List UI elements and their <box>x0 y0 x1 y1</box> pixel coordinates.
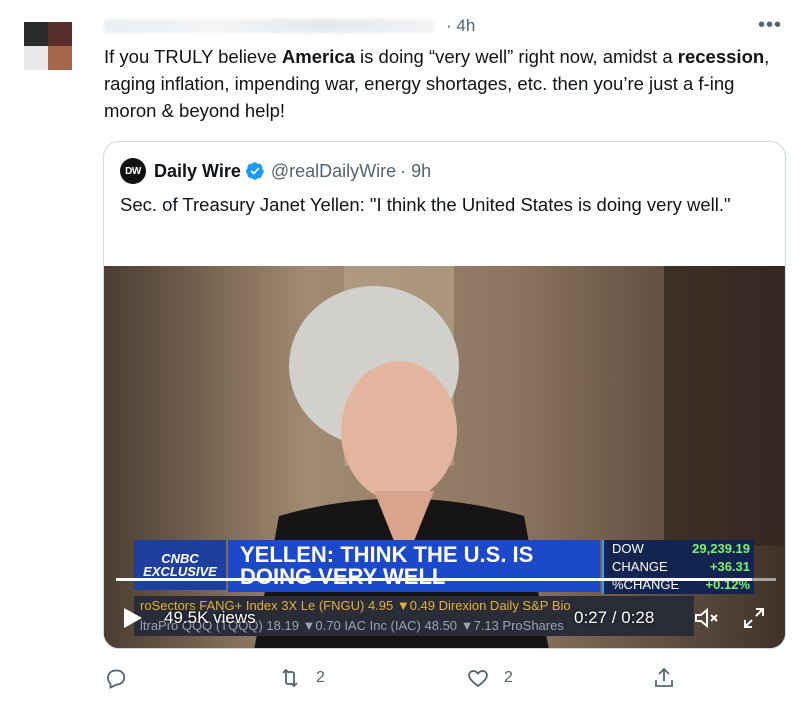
heart-icon <box>468 670 488 688</box>
reply-icon <box>107 669 126 689</box>
retweet-icon <box>282 668 298 688</box>
mute-icon[interactable] <box>694 606 720 630</box>
ticker-label: CHANGE <box>612 559 668 574</box>
video-time: 0:27 / 0:28 <box>574 608 655 627</box>
view-count: 49.5K views <box>164 608 256 627</box>
quoted-tweet-header: DW Daily Wire @realDailyWire · 9h <box>120 158 431 184</box>
quoted-tweet-text: Sec. of Treasury Janet Yellen: "I think … <box>120 194 731 215</box>
verified-badge-icon <box>245 162 264 180</box>
tweet-text-bold: recession <box>677 46 765 67</box>
tweet-text: If you TRULY believe America is doing “v… <box>104 43 784 124</box>
ticker-row: DOW 29,239.19 <box>602 540 754 558</box>
retweet-button[interactable]: 2 <box>278 666 325 690</box>
quoted-author-name[interactable]: Daily Wire <box>154 161 241 182</box>
tweet-text-bold: America <box>281 46 355 67</box>
fullscreen-icon[interactable] <box>742 606 766 630</box>
tweet-timestamp[interactable]: · 4h <box>446 16 475 36</box>
video-headline: YELLEN: THINK THE U.S. IS DOING VERY WEL… <box>228 540 600 592</box>
tweet-text-part: is doing “very well” right now, amidst a <box>354 46 678 67</box>
quoted-author-handle[interactable]: @realDailyWire <box>271 161 396 182</box>
cnbc-exclusive-label: CNBC EXCLUSIVE <box>134 540 226 590</box>
tweet-actions: 2 2 <box>104 666 684 694</box>
retweet-count: 2 <box>316 669 325 686</box>
avatar[interactable] <box>24 22 72 70</box>
video-player[interactable]: CNBC EXCLUSIVE YELLEN: THINK THE U.S. IS… <box>104 266 785 648</box>
tweet-text-part: If you TRULY believe <box>104 46 282 67</box>
ticker-value: 29,239.19 <box>692 541 750 556</box>
reply-button[interactable] <box>104 666 142 690</box>
author-name-redacted[interactable] <box>104 19 434 33</box>
like-button[interactable]: 2 <box>466 666 513 690</box>
tweet-header: · 4h ••• <box>104 14 784 38</box>
share-icon <box>655 667 673 687</box>
daily-wire-logo[interactable]: DW <box>120 158 146 184</box>
more-horizontal-icon[interactable]: ••• <box>758 14 782 37</box>
ticker-value: +36.31 <box>709 559 750 574</box>
like-count: 2 <box>504 669 513 686</box>
share-button[interactable] <box>652 666 690 690</box>
market-ticker-box: DOW 29,239.19 CHANGE +36.31 %CHANGE +0.12% <box>602 540 754 594</box>
ticker-row: CHANGE +36.31 <box>602 558 754 576</box>
video-progress-bar[interactable] <box>116 578 776 581</box>
play-icon[interactable] <box>122 606 144 630</box>
ticker-label: DOW <box>612 541 644 556</box>
quoted-timestamp[interactable]: · 9h <box>400 161 431 182</box>
video-progress-fill <box>116 578 753 581</box>
quoted-tweet[interactable]: DW Daily Wire @realDailyWire · 9h Sec. o… <box>103 141 786 649</box>
